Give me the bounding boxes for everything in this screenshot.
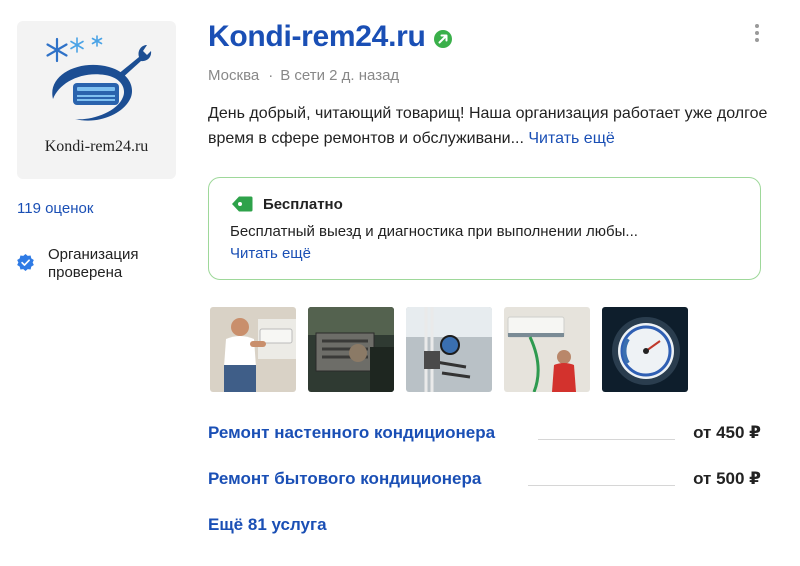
org-meta: Москва · В сети 2 д. назад <box>208 67 399 84</box>
service-name-link[interactable]: Ремонт настенного кондиционера <box>208 423 506 443</box>
service-price: от 450 ₽ <box>693 423 761 442</box>
promo-read-more-link[interactable]: Читать ещё <box>230 245 311 262</box>
online-arrow-badge-icon <box>433 30 452 48</box>
service-row: Ремонт настенного кондиционера от 450 ₽ <box>208 423 761 447</box>
org-name-link[interactable]: Kondi-rem24.ru <box>208 20 426 54</box>
service-name-link[interactable]: Ремонт бытового кондиционера <box>208 469 492 489</box>
service-row: Ремонт бытового кондиционера от 500 ₽ <box>208 469 761 493</box>
more-services-link[interactable]: Ещё 81 услуга <box>208 515 327 535</box>
photo-thumbnail[interactable] <box>602 307 688 392</box>
more-vertical-icon <box>755 24 759 28</box>
photo-thumbnail[interactable] <box>406 307 492 392</box>
promo-title: Бесплатно <box>263 195 343 213</box>
org-description: День добрый, читающий товарищ! Наша орга… <box>208 101 768 151</box>
price-tag-icon <box>232 196 253 212</box>
price-leader-line <box>538 439 675 440</box>
verified-label: Организация проверена <box>48 246 139 281</box>
logo-mark-icon <box>46 35 152 121</box>
meta-separator: · <box>268 67 274 84</box>
photo-thumbnail[interactable] <box>210 307 296 392</box>
photo-thumbnail[interactable] <box>308 307 394 392</box>
ratings-count-link[interactable]: 119 оценок <box>17 200 93 217</box>
service-price: от 500 ₽ <box>693 469 761 488</box>
photo-thumbnail[interactable] <box>504 307 590 392</box>
price-leader-line <box>528 485 675 486</box>
promo-header: Бесплатно <box>231 195 343 213</box>
promo-card[interactable]: Бесплатно Бесплатный выезд и диагностика… <box>208 177 761 280</box>
description-text: День добрый, читающий товарищ! Наша орга… <box>208 105 768 147</box>
org-logo[interactable]: Kondi-rem24.ru <box>17 21 176 179</box>
org-title: Kondi-rem24.ru <box>208 20 452 54</box>
verified-check-icon <box>17 254 34 271</box>
promo-body: Бесплатный выезд и диагностика при выпол… <box>230 221 660 265</box>
photo-gallery <box>210 307 700 392</box>
more-options-button[interactable] <box>750 24 764 44</box>
promo-text: Бесплатный выезд и диагностика при выпол… <box>230 223 638 240</box>
verified-status: Организация проверена <box>17 246 168 282</box>
org-city: Москва <box>208 67 260 84</box>
logo-text: Kondi-rem24.ru <box>44 138 149 155</box>
description-read-more-link[interactable]: Читать ещё <box>528 130 614 147</box>
online-status: В сети 2 д. назад <box>280 67 400 84</box>
